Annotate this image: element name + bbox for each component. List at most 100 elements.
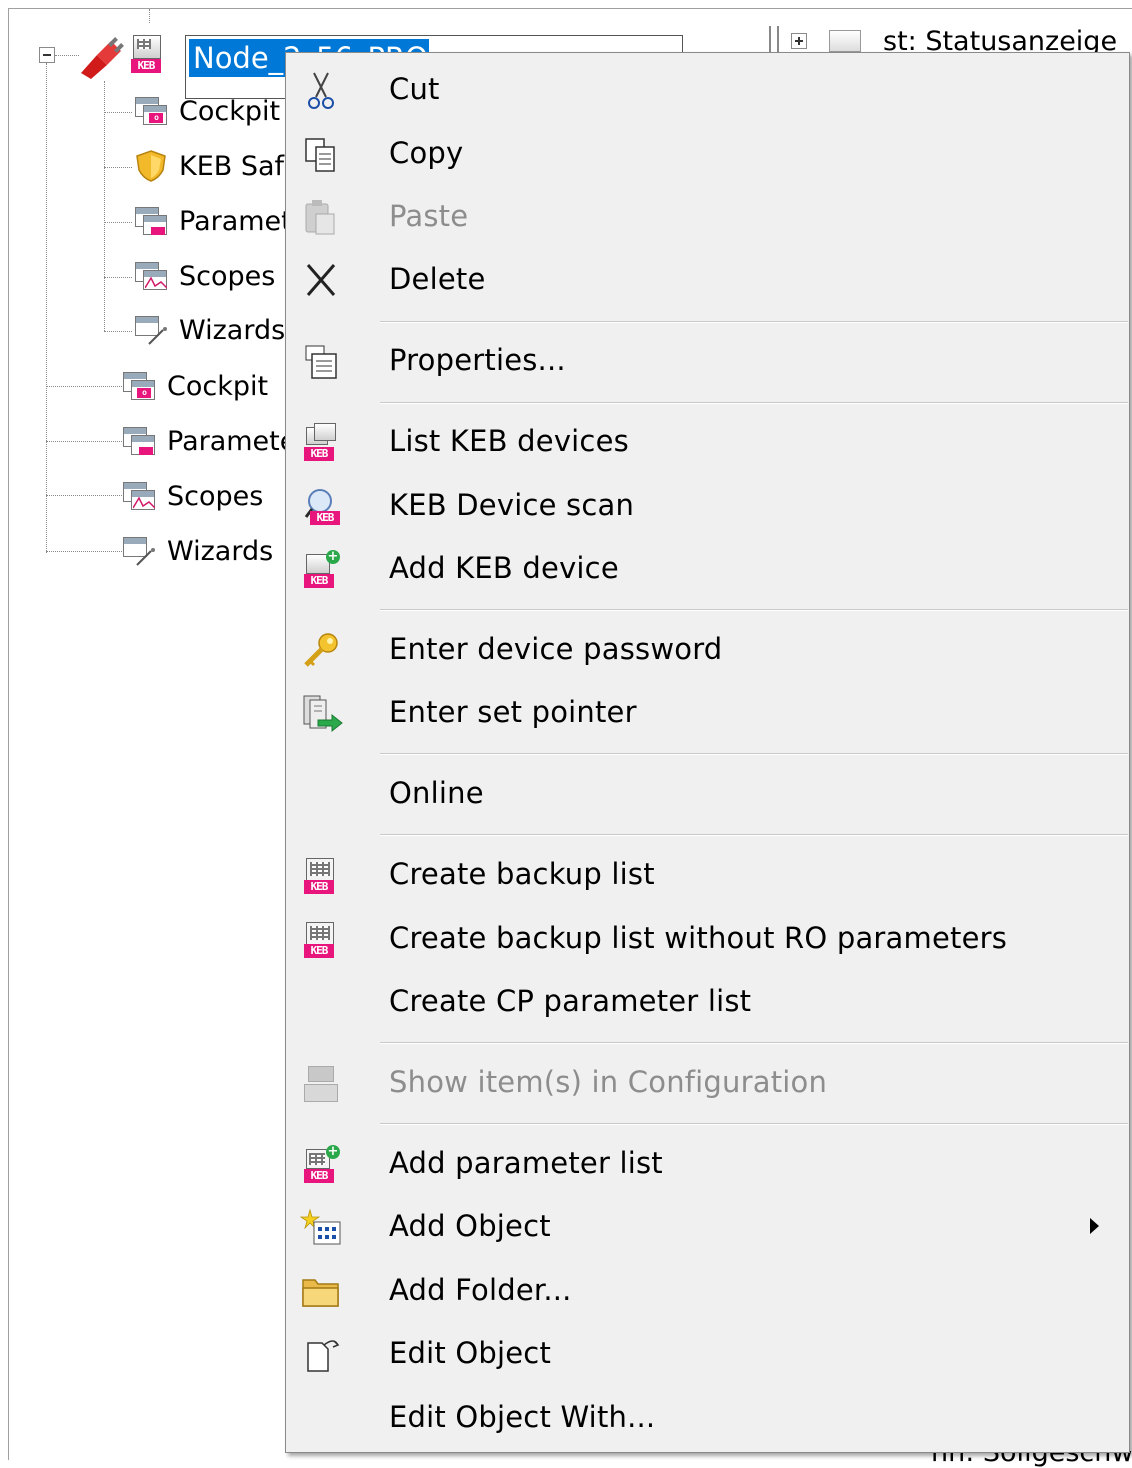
tree-item-scopes[interactable]: Scopes: [133, 256, 275, 296]
menu-item-add-parameter-list[interactable]: + KEB Add parameter list: [286, 1133, 1129, 1193]
menu-item-label: Enter set pointer: [389, 695, 637, 729]
collapse-toggle[interactable]: [39, 47, 55, 63]
scope-icon: [133, 260, 169, 292]
tree-item-cockpit[interactable]: o Cockpit: [133, 91, 280, 131]
scissors-icon: [300, 71, 344, 111]
menu-item-enter-set-pointer[interactable]: Enter set pointer: [286, 682, 1129, 742]
tree-item-label: Cockpit: [179, 95, 281, 127]
tree-connector: [104, 112, 132, 113]
menu-separator: [380, 753, 1128, 755]
tree-item-wizards[interactable]: Wizards: [121, 531, 273, 571]
tree-item-label: Scopes: [179, 260, 276, 292]
menu-item-label: Create backup list: [389, 857, 655, 891]
key-icon: [300, 631, 344, 671]
tree-connector: [46, 63, 47, 553]
tree-connector: [149, 9, 150, 23]
wizard-icon: [133, 314, 169, 346]
menu-separator: [380, 1123, 1128, 1125]
menu-item-keb-device-scan[interactable]: KEB KEB Device scan: [286, 475, 1129, 535]
menu-item-label: Create CP parameter list: [389, 984, 752, 1018]
wizard-icon: [121, 535, 157, 567]
tree-connector: [104, 81, 105, 331]
menu-item-label: KEB Device scan: [389, 488, 635, 522]
tree-connector: [46, 551, 122, 552]
menu-item-label: Add KEB device: [389, 551, 619, 585]
tree-connector: [104, 222, 132, 223]
menu-separator: [380, 609, 1128, 611]
tree-connector: [46, 495, 122, 496]
tree-item-wizards[interactable]: Wizards: [133, 310, 285, 350]
submenu-arrow-icon: [1090, 1218, 1099, 1234]
menu-separator: [380, 321, 1128, 323]
properties-icon: [300, 342, 344, 382]
menu-item-label: Edit Object: [389, 1336, 552, 1370]
backup-list-icon: KEB: [300, 856, 344, 896]
menu-item-list-keb-devices[interactable]: KEB List KEB devices: [286, 411, 1129, 471]
menu-item-edit-object-with[interactable]: Edit Object With...: [286, 1387, 1129, 1447]
menu-item-edit-object[interactable]: Edit Object: [286, 1323, 1129, 1383]
edit-object-icon: [300, 1335, 344, 1375]
menu-item-create-cp-parameter-list[interactable]: Create CP parameter list: [286, 971, 1129, 1031]
tree-item-cockpit[interactable]: o Cockpit: [121, 366, 268, 406]
menu-separator: [380, 1042, 1128, 1044]
menu-item-label: Properties...: [389, 343, 566, 377]
copy-icon: [300, 135, 344, 175]
delete-x-icon: [300, 261, 344, 301]
context-menu: Cut Copy Paste Delete Properties... KEB …: [285, 52, 1130, 1453]
menu-item-label: Show item(s) in Configuration: [389, 1065, 828, 1099]
menu-item-label: Paste: [389, 199, 469, 233]
menu-item-create-backup-list-without-ro[interactable]: KEB Create backup list without RO parame…: [286, 908, 1129, 968]
menu-item-label: Delete: [389, 262, 486, 296]
menu-item-label: List KEB devices: [389, 424, 629, 458]
tree-item-label: Scopes: [167, 480, 264, 512]
device-scan-icon: KEB: [300, 487, 344, 527]
menu-item-label: Edit Object With...: [389, 1400, 656, 1434]
menu-item-label: Add parameter list: [389, 1146, 663, 1180]
plug-connection-icon: [75, 35, 127, 79]
menu-item-add-object[interactable]: Add Object: [286, 1196, 1129, 1256]
show-in-configuration-icon: [300, 1064, 344, 1104]
menu-item-online[interactable]: Online: [286, 763, 1129, 823]
menu-item-delete[interactable]: Delete: [286, 249, 1129, 309]
menu-item-label: Create backup list without RO parameters: [389, 921, 1008, 955]
menu-item-add-folder[interactable]: Add Folder...: [286, 1260, 1129, 1320]
parameter-list-icon: [133, 205, 169, 237]
expand-toggle[interactable]: [791, 33, 807, 49]
parameter-icon: [829, 30, 861, 52]
menu-item-cut[interactable]: Cut: [286, 59, 1129, 119]
scope-icon: [121, 480, 157, 512]
parameter-label: nn: Sollgeschwindigkeit: [931, 1451, 1132, 1468]
paste-icon: [300, 198, 344, 238]
cockpit-icon: o: [133, 95, 169, 127]
tree-item-label: Wizards: [179, 314, 286, 346]
menu-item-copy[interactable]: Copy: [286, 123, 1129, 183]
tree-connector: [104, 167, 132, 168]
menu-item-enter-device-password[interactable]: Enter device password: [286, 619, 1129, 679]
list-keb-devices-icon: KEB: [300, 423, 344, 463]
menu-item-label: Enter device password: [389, 632, 723, 666]
keb-device-icon: KEB: [127, 33, 167, 77]
tree-item-label: Wizards: [167, 535, 274, 567]
menu-item-add-keb-device[interactable]: + KEB Add KEB device: [286, 538, 1129, 598]
tree-connector: [104, 331, 132, 332]
shield-icon: [133, 150, 169, 182]
parameter-tree-row[interactable]: nn: Sollgeschwindigkeit: [769, 1451, 1132, 1468]
tree-connector: [46, 386, 122, 387]
menu-separator: [380, 402, 1128, 404]
menu-item-label: Add Object: [389, 1209, 551, 1243]
add-parameter-list-icon: + KEB: [300, 1145, 344, 1185]
parameter-list-icon: [121, 425, 157, 457]
tree-item-label: Cockpit: [167, 370, 269, 402]
add-keb-device-icon: + KEB: [300, 550, 344, 590]
menu-item-label: Copy: [389, 136, 464, 170]
menu-item-show-in-configuration[interactable]: Show item(s) in Configuration: [286, 1052, 1129, 1112]
cockpit-icon: o: [121, 370, 157, 402]
menu-item-label: Online: [389, 776, 484, 810]
menu-item-create-backup-list[interactable]: KEB Create backup list: [286, 844, 1129, 904]
tree-connector: [104, 277, 132, 278]
tree-item-scopes[interactable]: Scopes: [121, 476, 263, 516]
menu-separator: [380, 834, 1128, 836]
backup-list-icon: KEB: [300, 920, 344, 960]
menu-item-properties[interactable]: Properties...: [286, 330, 1129, 390]
menu-item-paste[interactable]: Paste: [286, 186, 1129, 246]
